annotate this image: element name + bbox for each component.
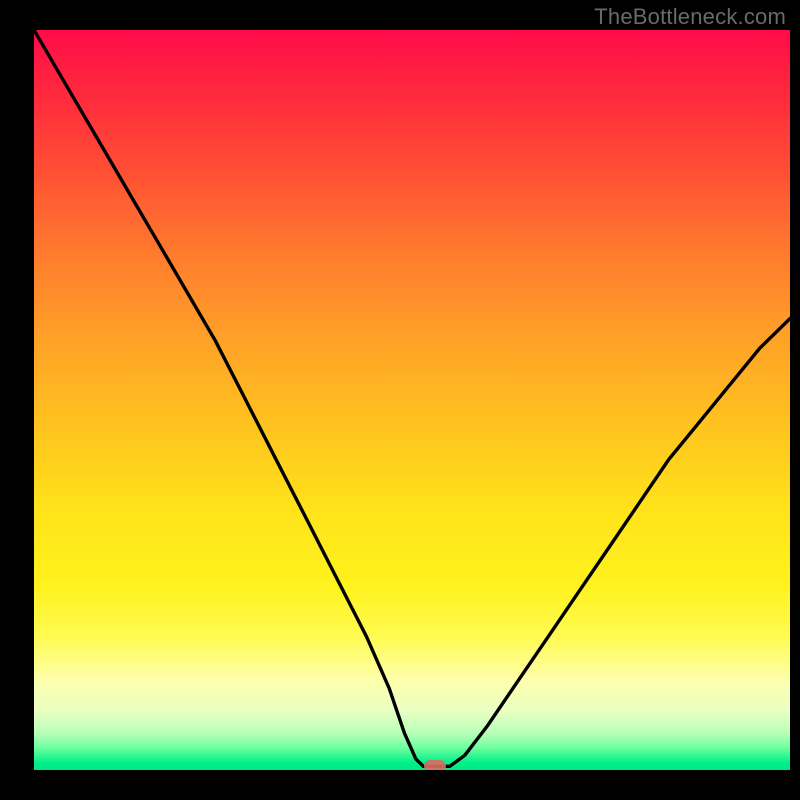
bottleneck-curve (34, 30, 790, 770)
plot-area (34, 30, 790, 770)
curve-path (34, 30, 790, 766)
optimal-point-marker (424, 760, 446, 770)
chart-stage: TheBottleneck.com (0, 0, 800, 800)
watermark-text: TheBottleneck.com (594, 4, 786, 30)
